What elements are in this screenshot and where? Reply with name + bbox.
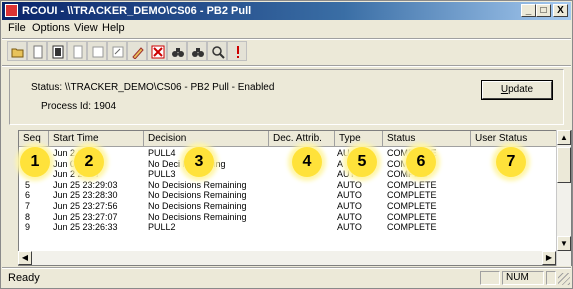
cell-status: COMPLETE: [387, 190, 437, 201]
table-row[interactable]: 5 Jun 25 23:29:03 No Decisions Remaining AU…: [19, 180, 557, 190]
scroll-up-arrow-icon[interactable]: ▲: [557, 130, 571, 145]
print-preview-icon[interactable]: [47, 41, 67, 61]
cell-start-time: Jun 25 23:29:03: [53, 179, 118, 190]
decision-list[interactable]: Seq Start Time Decision Dec. Attrib. Typ…: [18, 130, 572, 266]
cell-start-time: Jun 25 23:28:30: [53, 190, 118, 201]
scroll-down-arrow-icon[interactable]: ▼: [557, 236, 571, 251]
menu-view[interactable]: View: [74, 22, 98, 34]
cell-start-time: Jun 25 23:26:33: [53, 222, 118, 233]
status-line: Status: \\TRACKER_DEMO\CS06 - PB2 Pull -…: [31, 82, 275, 93]
column-header-seq[interactable]: Seq: [19, 131, 49, 147]
cell-decision: No Decisions Remaining: [148, 211, 247, 222]
scroll-right-arrow-icon[interactable]: ▶: [542, 251, 556, 265]
column-header-user-status[interactable]: User Status: [471, 131, 557, 147]
cell-seq: 6: [25, 190, 31, 201]
cell-seq: 9: [25, 222, 31, 233]
callout-badge-7: 7: [496, 147, 526, 177]
magnifier-icon[interactable]: [207, 41, 227, 61]
write-icon[interactable]: [107, 41, 127, 61]
status-pane-num: NUM: [502, 271, 544, 285]
cell-decision: PULL3: [148, 169, 176, 180]
scroll-left-arrow-icon[interactable]: ◀: [18, 251, 32, 265]
toolbar-separator: [2, 65, 571, 67]
table-row[interactable]: 9 Jun 25 23:26:33 PULL2 AUTO COMPLETE: [19, 222, 557, 232]
status-pane-empty: [546, 271, 556, 285]
update-button-accelerator: U: [500, 84, 509, 95]
column-header-dec-attrib[interactable]: Dec. Attrib.: [269, 131, 335, 147]
cell-decision: PULL4: [148, 148, 176, 158]
cell-type: AUTO: [337, 201, 362, 211]
update-button[interactable]: Update: [481, 80, 553, 100]
title-bar[interactable]: RCOUI - \\TRACKER_DEMO\CS06 - PB2 Pull _…: [2, 2, 571, 20]
cell-seq: 7: [25, 201, 31, 211]
info-panel: [9, 69, 564, 125]
window-title: RCOUI - \\TRACKER_DEMO\CS06 - PB2 Pull: [22, 5, 252, 17]
column-header-start-time[interactable]: Start Time: [49, 131, 144, 147]
menu-options[interactable]: Options: [32, 22, 70, 34]
app-window: RCOUI - \\TRACKER_DEMO\CS06 - PB2 Pull _…: [0, 0, 573, 289]
callout-badge-5: 5: [347, 147, 377, 177]
cell-type: AUTO: [337, 179, 362, 190]
cell-seq: 5: [25, 179, 31, 190]
cell-status: COMPLETE: [387, 222, 437, 233]
resize-grip-icon[interactable]: [558, 273, 570, 285]
update-button-label-rest: pdate: [508, 84, 534, 95]
status-bar: Ready NUM: [2, 269, 571, 287]
exclamation-icon[interactable]: [227, 41, 247, 61]
callout-badge-4: 4: [292, 147, 322, 177]
menu-separator: [2, 38, 571, 40]
minimize-button[interactable]: _: [521, 4, 536, 17]
page-icon[interactable]: [27, 41, 47, 61]
delete-x-icon[interactable]: [147, 41, 167, 61]
cell-type: A: [337, 158, 344, 169]
cell-status: COMPLETE: [387, 211, 437, 222]
binoculars-icon[interactable]: [187, 41, 207, 61]
callout-badge-1: 1: [20, 147, 50, 177]
cell-status: COMPLETE: [387, 179, 437, 190]
menu-help[interactable]: Help: [102, 22, 125, 34]
cell-decision: PULL2: [148, 222, 176, 233]
app-icon[interactable]: [5, 4, 18, 17]
cell-start-time: Jun 25 23:27:07: [53, 211, 118, 222]
status-pane-empty: [480, 271, 500, 285]
cell-seq: 8: [25, 211, 31, 222]
edit-pen-icon[interactable]: [127, 41, 147, 61]
scroll-thumb[interactable]: [557, 147, 571, 183]
cell-decision: No Decisions Remaining: [148, 179, 247, 190]
close-button[interactable]: X: [553, 4, 568, 17]
column-header-type[interactable]: Type: [335, 131, 383, 147]
maximize-button[interactable]: □: [536, 4, 551, 17]
open-folder-icon[interactable]: [7, 41, 27, 61]
status-text: Ready: [8, 272, 40, 284]
menu-file[interactable]: File: [8, 22, 26, 34]
cell-start-time: Jun 25 23:27:56: [53, 201, 118, 211]
cell-decision: No Decisions Remaining: [148, 190, 247, 201]
horizontal-scrollbar[interactable]: ◀ ▶: [18, 251, 556, 265]
column-header-decision[interactable]: Decision: [144, 131, 269, 147]
page-icon[interactable]: [67, 41, 87, 61]
callout-badge-3: 3: [184, 147, 214, 177]
page-icon[interactable]: [87, 41, 107, 61]
table-row[interactable]: 6 Jun 25 23:28:30 No Decisions Remaining AU…: [19, 190, 557, 200]
cell-status: COMPLETE: [387, 201, 437, 211]
cell-type: AUTO: [337, 211, 362, 222]
table-row[interactable]: 8 Jun 25 23:27:07 No Decisions Remaining AU…: [19, 212, 557, 222]
cell-type: AUTO: [337, 222, 362, 233]
process-id: Process Id: 1904: [41, 101, 117, 112]
cell-decision: No Decisions Remaining: [148, 201, 247, 211]
callout-badge-2: 2: [74, 147, 104, 177]
vertical-scrollbar[interactable]: ▲ ▼: [556, 130, 571, 266]
column-header-status[interactable]: Status: [383, 131, 471, 147]
callout-badge-6: 6: [406, 147, 436, 177]
menu-bar: File Options View Help: [2, 21, 571, 37]
cell-type: AUTO: [337, 190, 362, 201]
table-row[interactable]: 7 Jun 25 23:27:56 No Decisions Remaining AU…: [19, 201, 557, 211]
binoculars-icon[interactable]: [167, 41, 187, 61]
